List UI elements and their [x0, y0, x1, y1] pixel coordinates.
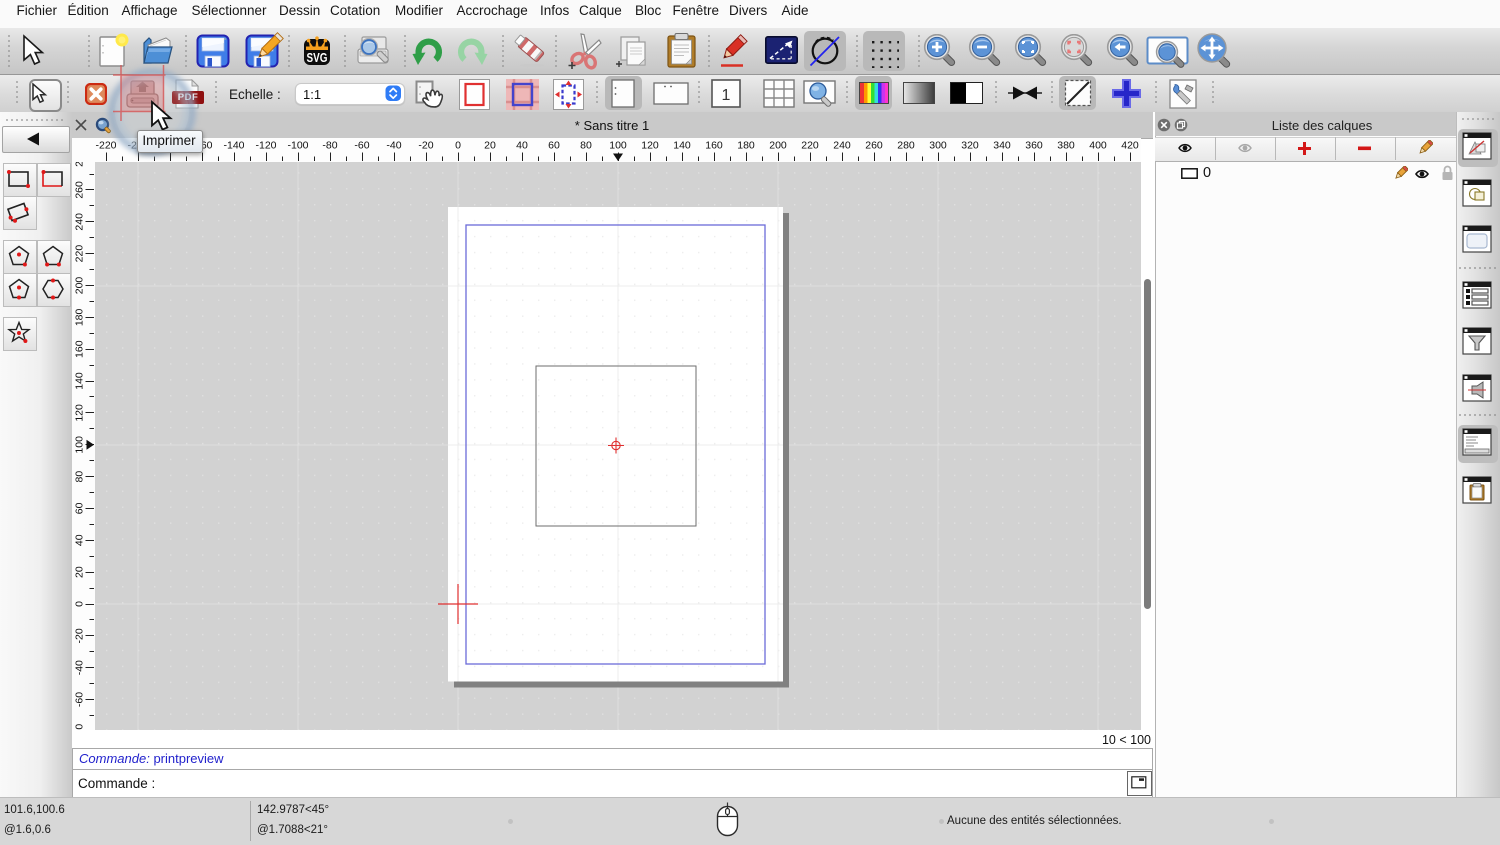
svg-text:220: 220	[801, 140, 819, 152]
svg-text:220: 220	[74, 245, 86, 263]
svg-text:200: 200	[769, 140, 787, 152]
svg-text:300: 300	[929, 140, 947, 152]
svg-text:-60: -60	[74, 692, 86, 707]
svg-text:-20: -20	[74, 628, 86, 643]
svg-text:360: 360	[1025, 140, 1043, 152]
svg-text:40: 40	[516, 140, 528, 152]
svg-text:1: 1	[722, 87, 731, 104]
svg-text:280: 280	[74, 162, 86, 167]
svg-text:400: 400	[1089, 140, 1107, 152]
svg-text:100: 100	[74, 436, 86, 454]
svg-text:-100: -100	[287, 140, 308, 152]
svg-text:-40: -40	[386, 140, 401, 152]
svg-text:-140: -140	[223, 140, 244, 152]
svg-text:20: 20	[484, 140, 496, 152]
svg-text:80: 80	[74, 471, 86, 483]
svg-text:-80: -80	[322, 140, 337, 152]
svg-text:-60: -60	[354, 140, 369, 152]
svg-text:-20: -20	[418, 140, 433, 152]
svg-text:260: 260	[74, 181, 86, 199]
svg-text:-40: -40	[74, 660, 86, 675]
svg-text:40: 40	[74, 534, 86, 546]
svg-text:0: 0	[74, 601, 86, 607]
svg-text:-120: -120	[255, 140, 276, 152]
svg-text:0: 0	[455, 140, 461, 152]
svg-text:160: 160	[705, 140, 723, 152]
svg-text:380: 380	[1057, 140, 1075, 152]
svg-text:60: 60	[548, 140, 560, 152]
svg-text:260: 260	[865, 140, 883, 152]
svg-text:100: 100	[609, 140, 627, 152]
svg-text:420: 420	[1121, 140, 1139, 152]
svg-text:320: 320	[961, 140, 979, 152]
svg-text:240: 240	[833, 140, 851, 152]
svg-text:120: 120	[74, 404, 86, 422]
svg-text:20: 20	[74, 566, 86, 578]
svg-text:80: 80	[580, 140, 592, 152]
svg-text:240: 240	[74, 213, 86, 231]
svg-text:120: 120	[641, 140, 659, 152]
svg-text:SVG: SVG	[307, 51, 328, 65]
svg-text:60: 60	[74, 502, 86, 514]
svg-text:140: 140	[673, 140, 691, 152]
svg-text:180: 180	[737, 140, 755, 152]
svg-text:200: 200	[74, 277, 86, 295]
svg-text:180: 180	[74, 308, 86, 326]
svg-text:160: 160	[74, 340, 86, 358]
svg-text:140: 140	[74, 372, 86, 390]
svg-text:340: 340	[993, 140, 1011, 152]
svg-text:280: 280	[897, 140, 915, 152]
